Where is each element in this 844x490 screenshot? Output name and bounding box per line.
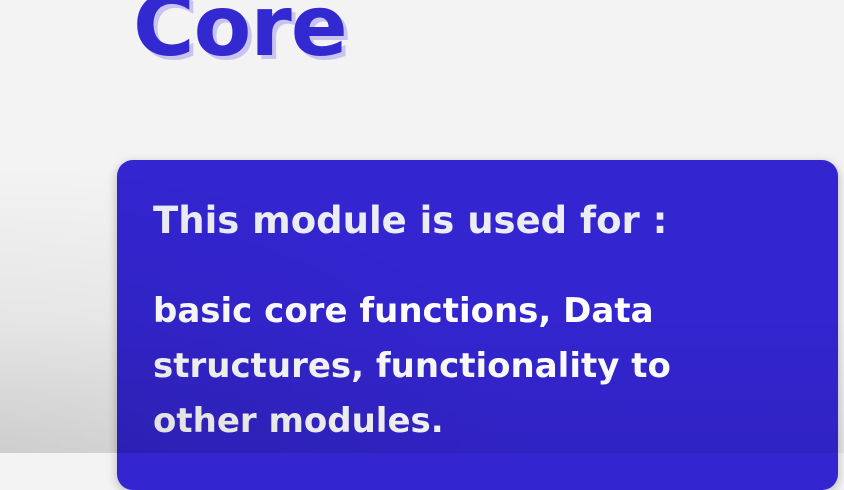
card-body-text: basic core functions, Data structures, f… <box>153 284 753 449</box>
slide-title: Core <box>133 0 348 75</box>
card-body-line: other modules. <box>153 401 444 441</box>
card-heading: This module is used for : <box>153 199 668 242</box>
card-body-line: structures, functionality to <box>153 346 671 386</box>
card-body-line: basic core functions, Data <box>153 291 654 331</box>
description-card: This module is used for : basic core fun… <box>117 160 838 490</box>
